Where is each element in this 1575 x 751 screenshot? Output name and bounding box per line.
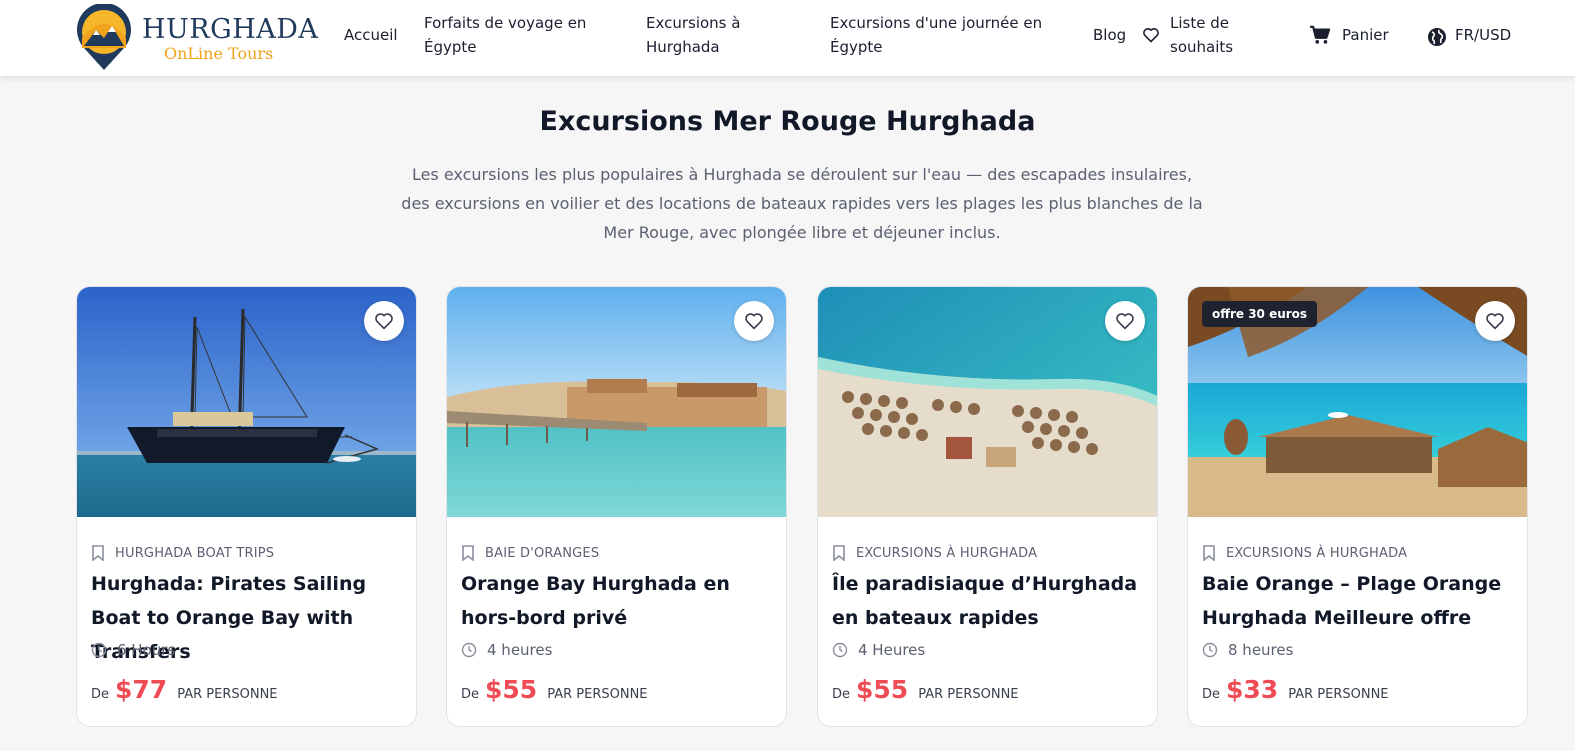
tour-card[interactable]: offre 30 euros EXCURSIONS À HURGHADA Bai… bbox=[1187, 286, 1528, 727]
tour-price: $55 bbox=[485, 675, 538, 704]
tour-category[interactable]: EXCURSIONS À HURGHADA bbox=[1226, 546, 1407, 561]
duration-row: 4 Heures bbox=[832, 641, 925, 659]
price-row: De $77 PAR PERSONNE bbox=[91, 675, 278, 704]
price-from-label: De bbox=[1202, 687, 1221, 702]
nav-excursions-hurghada[interactable]: Excursions à Hurghada bbox=[646, 11, 766, 59]
bookmark-icon bbox=[833, 545, 845, 561]
tour-title[interactable]: Baie Orange – Plage Orange Hurghada Meil… bbox=[1202, 567, 1518, 635]
tour-category[interactable]: BAIE D'ORANGES bbox=[485, 546, 599, 561]
price-unit: PAR PERSONNE bbox=[1288, 687, 1389, 702]
tour-duration: 8 heures bbox=[1228, 641, 1294, 659]
tour-title[interactable]: Île paradisiaque d’Hurghada en bateaux r… bbox=[832, 567, 1148, 635]
logo-pin-icon bbox=[77, 4, 131, 70]
logo-title: HURGHADA bbox=[142, 14, 319, 45]
category-row: BAIE D'ORANGES bbox=[461, 545, 599, 561]
price-row: De $33 PAR PERSONNE bbox=[1202, 675, 1389, 704]
nav-accueil[interactable]: Accueil bbox=[344, 23, 398, 47]
offer-badge: offre 30 euros bbox=[1202, 301, 1318, 327]
cart-icon[interactable] bbox=[1309, 25, 1331, 45]
heart-icon bbox=[375, 313, 393, 330]
tour-image[interactable] bbox=[77, 287, 416, 517]
favorite-button[interactable] bbox=[364, 301, 404, 341]
price-row: De $55 PAR PERSONNE bbox=[461, 675, 648, 704]
duration-row: 8 heures bbox=[1202, 641, 1293, 659]
site-logo[interactable]: HURGHADA OnLine Tours bbox=[76, 4, 318, 72]
category-row: EXCURSIONS À HURGHADA bbox=[832, 545, 1037, 561]
tour-image[interactable] bbox=[818, 287, 1157, 517]
price-unit: PAR PERSONNE bbox=[177, 687, 278, 702]
tour-duration: 4 Heures bbox=[858, 641, 926, 659]
tour-card[interactable]: HURGHADA BOAT TRIPS Hurghada: Pirates Sa… bbox=[76, 286, 417, 727]
clock-icon bbox=[832, 642, 848, 658]
price-unit: PAR PERSONNE bbox=[918, 687, 1019, 702]
tour-title[interactable]: Orange Bay Hurghada en hors-bord privé bbox=[461, 567, 777, 635]
favorite-button[interactable] bbox=[734, 301, 774, 341]
favorite-button[interactable] bbox=[1475, 301, 1515, 341]
clock-icon bbox=[91, 642, 107, 658]
category-row: EXCURSIONS À HURGHADA bbox=[1202, 545, 1407, 561]
tour-card[interactable]: EXCURSIONS À HURGHADA Île paradisiaque d… bbox=[817, 286, 1158, 727]
nav-forfaits-voyage[interactable]: Forfaits de voyage en Égypte bbox=[424, 11, 614, 59]
tour-price: $33 bbox=[1226, 675, 1279, 704]
clock-icon bbox=[1202, 642, 1218, 658]
tour-price: $77 bbox=[115, 675, 168, 704]
tour-duration: 4 heures bbox=[487, 641, 553, 659]
price-from-label: De bbox=[832, 687, 851, 702]
clock-icon bbox=[461, 642, 477, 658]
tour-price: $55 bbox=[856, 675, 909, 704]
tour-image[interactable]: offre 30 euros bbox=[1188, 287, 1527, 517]
tour-image[interactable] bbox=[447, 287, 786, 517]
globe-icon[interactable] bbox=[1427, 27, 1447, 47]
logo-subtitle: OnLine Tours bbox=[164, 44, 274, 63]
price-from-label: De bbox=[91, 687, 110, 702]
heart-icon bbox=[1486, 313, 1504, 330]
nav-blog[interactable]: Blog bbox=[1093, 23, 1126, 47]
bookmark-icon bbox=[92, 545, 104, 561]
favorite-button[interactable] bbox=[1105, 301, 1145, 341]
bookmark-icon bbox=[462, 545, 474, 561]
nav-wishlist[interactable]: Liste de souhaits bbox=[1170, 11, 1270, 59]
nav-excursions-journee[interactable]: Excursions d'une journée en Égypte bbox=[830, 11, 1060, 59]
site-header: HURGHADA OnLine Tours Accueil Forfaits d… bbox=[0, 0, 1575, 76]
tour-category[interactable]: EXCURSIONS À HURGHADA bbox=[856, 546, 1037, 561]
language-currency-selector[interactable]: FR/USD bbox=[1455, 23, 1511, 47]
price-unit: PAR PERSONNE bbox=[547, 687, 648, 702]
bookmark-icon bbox=[1203, 545, 1215, 561]
heart-icon[interactable] bbox=[1142, 27, 1160, 43]
price-row: De $55 PAR PERSONNE bbox=[832, 675, 1019, 704]
tour-duration: 6 Hours bbox=[117, 641, 176, 659]
nav-cart[interactable]: Panier bbox=[1342, 23, 1389, 47]
section-description: Les excursions les plus populaires à Hur… bbox=[401, 165, 1203, 242]
price-from-label: De bbox=[461, 687, 480, 702]
section-title: Excursions Mer Rouge Hurghada bbox=[539, 106, 1036, 137]
duration-row: 6 Hours bbox=[91, 641, 175, 659]
heart-icon bbox=[1116, 313, 1134, 330]
tour-card[interactable]: BAIE D'ORANGES Orange Bay Hurghada en ho… bbox=[446, 286, 787, 727]
heart-icon bbox=[745, 313, 763, 330]
tour-category[interactable]: HURGHADA BOAT TRIPS bbox=[115, 546, 274, 561]
category-row: HURGHADA BOAT TRIPS bbox=[91, 545, 274, 561]
duration-row: 4 heures bbox=[461, 641, 552, 659]
